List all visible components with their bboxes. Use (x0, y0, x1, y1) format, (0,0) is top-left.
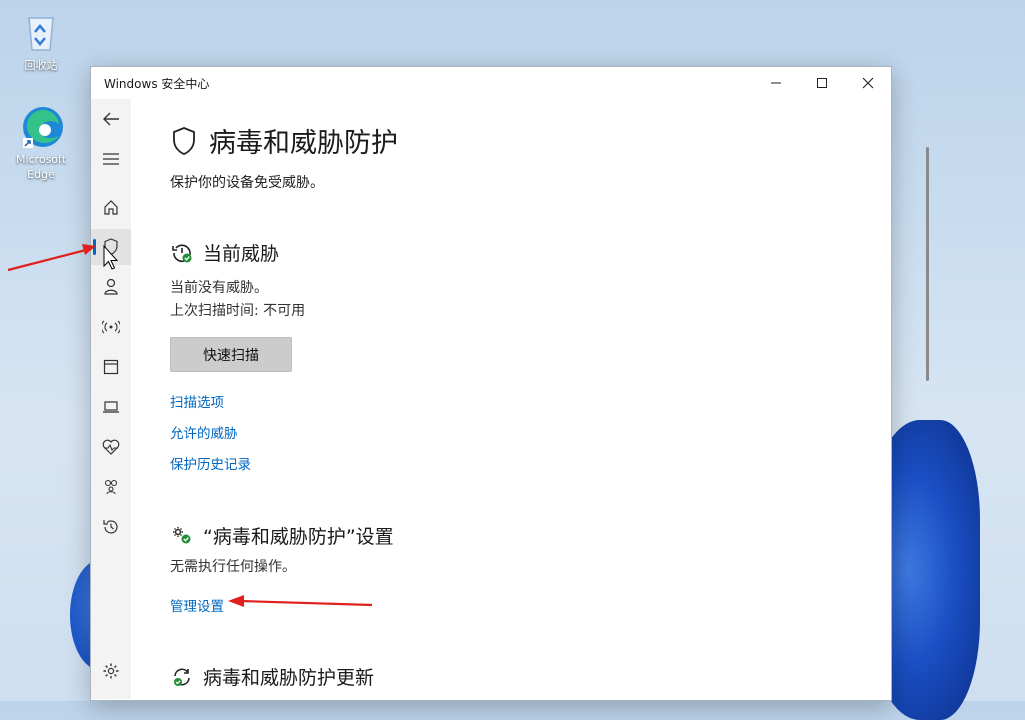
recycle-bin-label: 回收站 (24, 59, 58, 72)
back-icon (103, 112, 119, 126)
app-browser-icon (103, 359, 119, 375)
protection-updates-text: 病毒和威胁防护更新 (203, 667, 375, 689)
menu-icon (103, 153, 119, 165)
title-bar: Windows 安全中心 (91, 67, 891, 99)
allowed-threats-link[interactable]: 允许的威胁 (170, 422, 238, 442)
red-annotation-arrow-shield (7, 244, 96, 272)
menu-button[interactable] (91, 141, 131, 177)
navigation-rail (91, 99, 131, 699)
last-scan-time: 上次扫描时间: 不可用 (170, 303, 306, 319)
settings-gear-check-icon (173, 526, 191, 543)
shield-icon (104, 238, 118, 256)
shield-icon (173, 126, 195, 155)
windows-security-window: Windows 安全中心 病毒和威胁防护 保护你的设备免受威胁。 当前威胁 当前… (90, 66, 929, 701)
recycle-bin-icon (19, 10, 63, 54)
page-title-text: 病毒和威胁防护 (209, 128, 398, 159)
scan-clock-icon (172, 244, 192, 262)
scan-options-link[interactable]: 扫描选项 (170, 391, 224, 411)
edge-label: Microsoft Edge (15, 153, 67, 181)
protection-settings-text: “病毒和威胁防护”设置 (203, 526, 394, 548)
maximize-icon (817, 78, 827, 88)
nav-home[interactable] (91, 189, 131, 225)
minimize-button[interactable] (753, 67, 799, 99)
protection-updates-title: 病毒和威胁防护更新 (171, 663, 374, 690)
close-button[interactable] (845, 67, 891, 99)
protection-history-link[interactable]: 保护历史记录 (170, 453, 251, 473)
nav-firewall[interactable] (91, 309, 131, 345)
recycle-bin-desktop-icon[interactable]: 回收站 (6, 10, 76, 73)
window-title: Windows 安全中心 (104, 76, 210, 91)
network-icon (102, 320, 120, 334)
family-icon (104, 479, 118, 495)
nav-settings[interactable] (91, 653, 131, 689)
protection-settings-title: “病毒和威胁防护”设置 (171, 522, 394, 549)
update-sync-icon (174, 668, 190, 686)
vertical-scrollbar[interactable] (926, 147, 929, 381)
manage-settings-link[interactable]: 管理设置 (170, 595, 224, 615)
page-title: 病毒和威胁防护 (171, 121, 398, 160)
history-icon (103, 520, 118, 534)
settings-status: 无需执行任何操作。 (170, 559, 296, 575)
nav-virus-protection[interactable] (91, 229, 131, 265)
page-subtitle: 保护你的设备免受威胁。 (170, 175, 324, 191)
account-icon (104, 278, 118, 295)
maximize-button[interactable] (799, 67, 845, 99)
threat-status: 当前没有威胁。 (170, 280, 268, 296)
current-threats-text: 当前威胁 (203, 243, 280, 265)
edge-icon (19, 104, 63, 148)
close-icon (862, 77, 874, 89)
device-icon (103, 401, 119, 413)
back-button[interactable] (91, 101, 131, 137)
current-threats-title: 当前威胁 (171, 239, 279, 266)
edge-desktop-icon[interactable]: Microsoft Edge (6, 104, 76, 182)
quick-scan-button[interactable]: 快速扫描 (170, 337, 292, 372)
nav-family-options[interactable] (91, 469, 131, 505)
nav-app-browser[interactable] (91, 349, 131, 385)
settings-icon (103, 663, 119, 679)
health-icon (102, 439, 120, 455)
nav-device-health[interactable] (91, 429, 131, 465)
minimize-icon (771, 82, 781, 84)
nav-account-protection[interactable] (91, 269, 131, 305)
nav-protection-history[interactable] (91, 509, 131, 545)
main-content: 病毒和威胁防护 保护你的设备免受威胁。 当前威胁 当前没有威胁。 上次扫描时间:… (131, 99, 929, 700)
nav-device-security[interactable] (91, 389, 131, 425)
home-icon (104, 200, 118, 215)
